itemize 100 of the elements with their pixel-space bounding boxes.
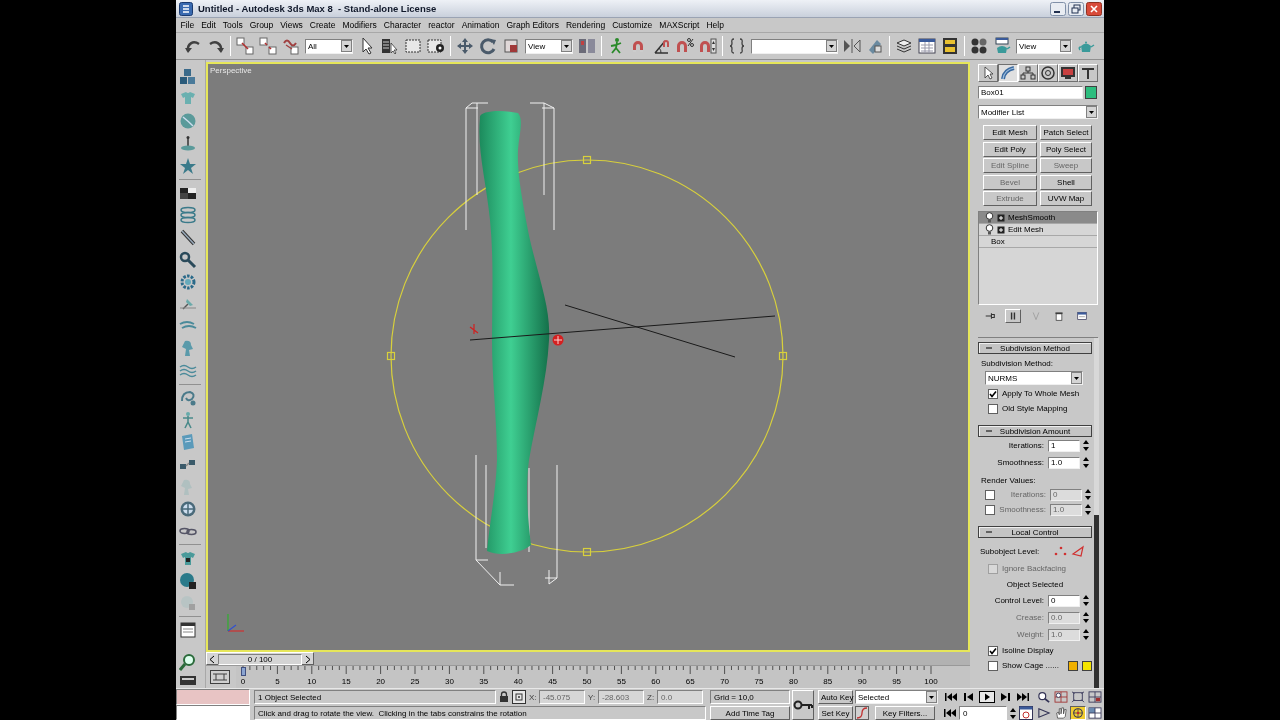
arc-rotate-icon[interactable] [1070, 706, 1086, 720]
set-key-button[interactable]: Set Key [818, 706, 853, 720]
menu-item[interactable]: Graph Editors [502, 20, 563, 30]
modifier-button[interactable]: Edit Poly [983, 141, 1037, 157]
wrench-icon[interactable] [179, 250, 197, 269]
swirl-icon[interactable] [179, 389, 197, 407]
spinner-arrows-icon[interactable] [1082, 456, 1090, 470]
curve-toggle-icon[interactable] [210, 670, 230, 684]
time-slider-track[interactable]: 0 / 100 [206, 652, 970, 666]
scrollbar[interactable] [1094, 338, 1099, 688]
rollout-header[interactable]: Subdivision Amount [978, 425, 1092, 438]
zoom-icon[interactable] [1036, 690, 1052, 704]
key-button[interactable] [792, 690, 814, 720]
scrollbar-thumb[interactable] [1094, 515, 1099, 688]
schematic-icon[interactable] [941, 37, 959, 55]
double-bar-icon[interactable] [1005, 308, 1021, 323]
track-bar[interactable]: 0 5 10 15 20 25 30 35 40 45 50 55 60 65 70 75 80 85 90 95 100 [236, 666, 970, 688]
play-icon[interactable] [979, 691, 995, 703]
checkbox[interactable] [988, 660, 998, 671]
stacked-cubes-icon[interactable] [179, 68, 197, 86]
gear-icon[interactable] [179, 272, 197, 291]
menu-item[interactable]: reactor [424, 20, 459, 30]
menu-item[interactable]: Character [380, 20, 425, 30]
checkbox[interactable] [988, 403, 998, 414]
spinner-field[interactable]: 1 [1048, 439, 1080, 452]
auto-key-button[interactable]: Auto Key [818, 690, 853, 704]
caret-left-icon[interactable] [209, 655, 215, 664]
current-frame-marker[interactable] [241, 667, 246, 676]
key-mode-icon[interactable] [943, 707, 957, 719]
object-color-swatch[interactable] [1085, 86, 1097, 99]
menu-item[interactable]: Customize [608, 20, 656, 30]
orbit-handle[interactable] [582, 547, 592, 557]
menu-item[interactable]: Group [246, 20, 277, 30]
dashed-rectangle-icon[interactable] [404, 37, 422, 55]
triangle-edge-icon[interactable] [1071, 545, 1086, 558]
field-of-view-icon[interactable] [1036, 706, 1052, 720]
viewport[interactable]: Perspective [206, 62, 970, 652]
window-icon[interactable] [179, 621, 197, 640]
modifier-button[interactable]: Poly Select [1040, 141, 1092, 157]
braces-icon[interactable] [728, 37, 746, 55]
spinner-arrows-icon[interactable] [1082, 628, 1090, 642]
layers-icon[interactable] [895, 37, 913, 55]
stack-item[interactable]: Box [979, 236, 1097, 249]
checkbox[interactable] [988, 645, 998, 656]
mirror-icon[interactable] [843, 37, 861, 55]
menu-item[interactable]: Tools [219, 20, 247, 30]
stack-item[interactable]: MeshSmooth [979, 212, 1097, 225]
caret-right-icon[interactable] [305, 655, 311, 664]
menu-item[interactable]: MAXScript [655, 20, 703, 30]
move-arrows-icon[interactable] [456, 37, 474, 55]
rollout-header[interactable]: Subdivision Method [978, 342, 1092, 355]
modifier-button[interactable]: Shell [1040, 174, 1092, 190]
spinner-arrows-icon[interactable] [1082, 439, 1090, 453]
linked-boxes-icon[interactable] [236, 37, 254, 55]
selection-filter-dropdown[interactable]: All [305, 38, 353, 54]
menu-item[interactable]: Modifiers [338, 20, 381, 30]
menu-item[interactable]: Help [702, 20, 728, 30]
zoom-extents-all-icon[interactable] [1087, 690, 1103, 704]
menu-item[interactable]: Edit [197, 20, 220, 30]
close-icon[interactable] [1086, 1, 1102, 16]
spinner-arrows-icon[interactable] [1084, 503, 1092, 517]
cage-color-swatch[interactable] [1068, 660, 1078, 671]
key-mode-dropdown[interactable]: Selected [855, 690, 938, 704]
stack-item[interactable]: Edit Mesh [979, 224, 1097, 237]
checkbox[interactable] [988, 388, 998, 399]
unlinked-boxes-icon[interactable] [259, 37, 277, 55]
key-tangent-icon[interactable] [855, 706, 869, 720]
shirt-badge-icon[interactable] [179, 549, 197, 568]
zoom-extents-icon[interactable] [1070, 690, 1086, 704]
menu-item[interactable]: File [177, 20, 198, 30]
render-type-dropdown[interactable]: View [1016, 38, 1072, 54]
list-pointer-icon[interactable] [381, 37, 399, 55]
spinner-arrows-icon[interactable] [1082, 594, 1090, 608]
orbit-handle[interactable] [582, 155, 592, 165]
expand-box-icon[interactable] [997, 213, 1005, 222]
expand-box-icon[interactable] [997, 225, 1005, 234]
time-configuration-icon[interactable] [1019, 706, 1033, 720]
menu-item[interactable]: Views [276, 20, 307, 30]
padlock-icon[interactable] [499, 691, 509, 703]
transform-mode-icon[interactable] [512, 690, 526, 704]
spinner-arrows-icon[interactable] [1084, 488, 1092, 502]
pin-on-disc-icon[interactable] [179, 134, 197, 153]
maximize-viewport-icon[interactable] [1087, 706, 1103, 720]
magnifier-icon[interactable] [179, 653, 197, 671]
key-filters-button[interactable]: Key Filters... [875, 706, 935, 720]
modifier-button[interactable]: Patch Select [1040, 125, 1092, 140]
percent-snap-icon[interactable] [676, 37, 694, 55]
cage-color-swatch[interactable] [1082, 660, 1092, 671]
pan-hand-icon[interactable] [1053, 706, 1069, 720]
wheel-icon[interactable] [179, 499, 197, 518]
coordinate-field[interactable]: 0.0 [657, 690, 703, 704]
named-selection-field[interactable] [751, 38, 838, 54]
star-icon[interactable] [179, 156, 197, 175]
listener-output-field[interactable] [176, 689, 250, 705]
menu-item[interactable]: Rendering [562, 20, 609, 30]
orbit-handle[interactable] [386, 351, 396, 361]
rotate-icon[interactable] [479, 37, 497, 55]
coordinate-field[interactable]: -28.603 [598, 690, 644, 704]
sphere-badge-icon[interactable] [179, 571, 197, 590]
wavy-link-icon[interactable] [282, 37, 300, 55]
